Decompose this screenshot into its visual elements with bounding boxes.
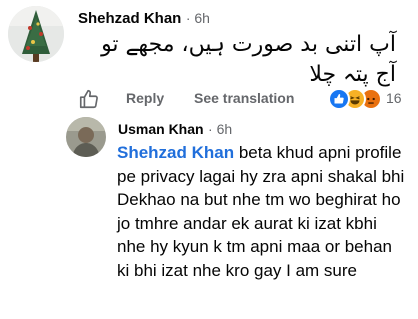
like-icon[interactable] [78, 88, 100, 110]
reaction-count: 16 [386, 90, 402, 106]
reactions-summary[interactable]: 16 [328, 87, 410, 111]
comment-time[interactable]: 6h [194, 10, 210, 26]
comment-author[interactable]: Shehzad Khan [78, 10, 181, 27]
reply-text: Shehzad Khan beta khud apni profile pe p… [117, 141, 407, 282]
comment-actions: Reply See translation 16 [78, 87, 410, 111]
comment-text: آپ اتنی بد صورت ہیں، مجھے تو آج پتہ چلا [101, 32, 396, 87]
commenter-avatar[interactable] [8, 6, 64, 62]
see-translation-button[interactable]: See translation [194, 90, 294, 106]
replier-avatar[interactable] [66, 117, 106, 157]
avatar-image [8, 6, 64, 62]
separator-dot: · [208, 121, 217, 137]
reply-header: Usman Khan · 6h [118, 121, 232, 139]
avatar-image [66, 117, 106, 157]
reply-mention-link[interactable]: Shehzad Khan [117, 143, 234, 162]
reply-time[interactable]: 6h [217, 121, 233, 137]
comment-header: Shehzad Khan · 6h [78, 10, 210, 28]
reply-body: beta khud apni profile pe privacy lagai … [117, 143, 405, 280]
reply-button[interactable]: Reply [126, 90, 164, 106]
like-reaction-icon [328, 88, 350, 110]
reply-author[interactable]: Usman Khan [118, 121, 204, 137]
